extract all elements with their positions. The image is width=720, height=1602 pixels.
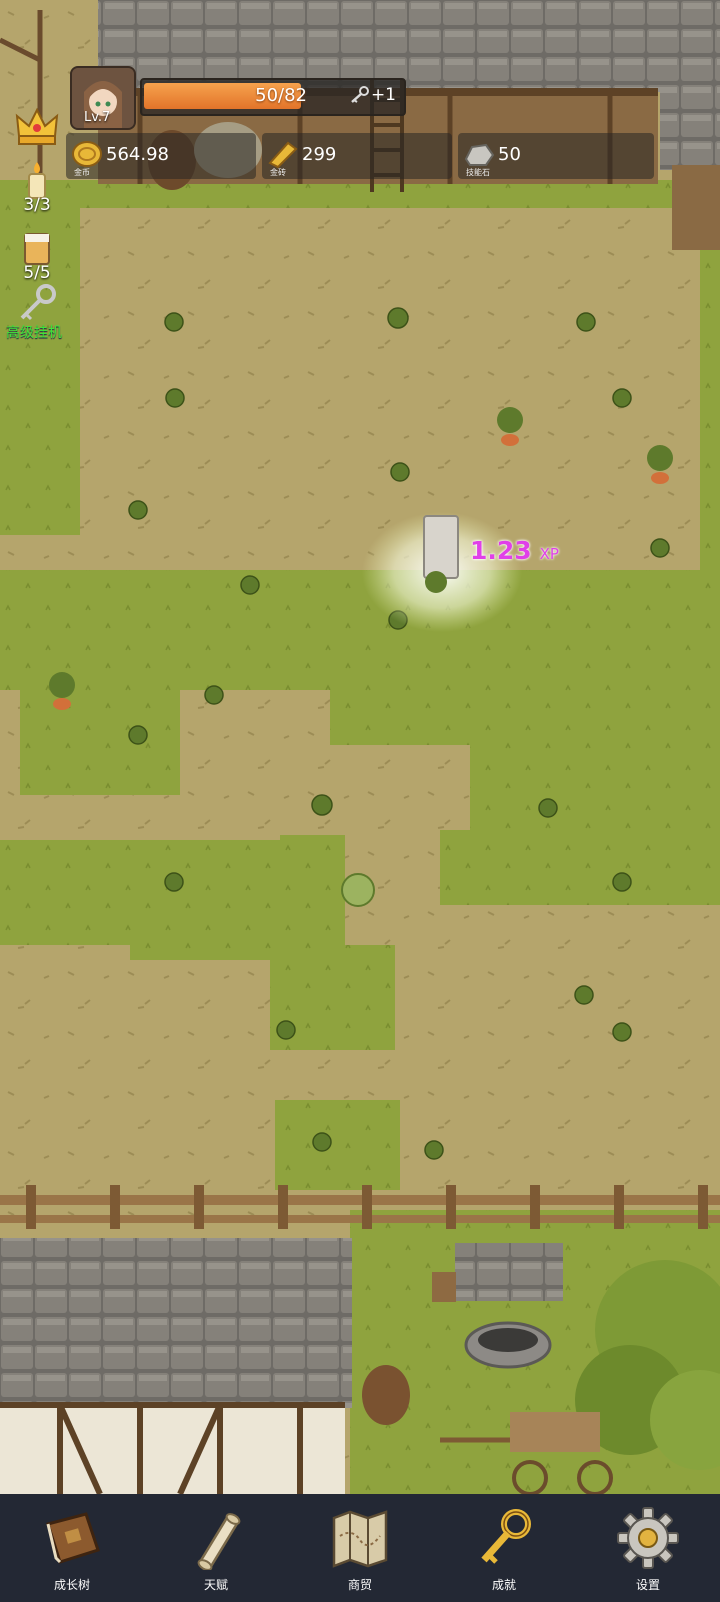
xp-gain-popup: 1.23 XP: [470, 536, 559, 565]
xp-gain-unit: XP: [539, 545, 559, 563]
gold-coin-icon: [72, 141, 102, 167]
candle-icon: [28, 162, 46, 199]
nav-talent[interactable]: 天赋: [144, 1494, 288, 1602]
silver-key-icon: [20, 284, 56, 321]
crown-icon: [15, 107, 59, 145]
gold-coin-value: 564.98: [106, 144, 169, 165]
skill-stone-value: 50: [498, 144, 521, 165]
xp-gain-value: 1.23: [470, 536, 532, 565]
xp-progress-bar: 50/82 +1: [140, 78, 406, 116]
idle-label[interactable]: 高级挂机: [6, 322, 62, 342]
skill-stone-counter[interactable]: 50 技能石: [458, 133, 654, 179]
beer-mug-icon: [24, 233, 50, 265]
nav-trade-label: 商贸: [347, 1578, 372, 1592]
scroll-icon: [197, 1513, 241, 1570]
nav-trade[interactable]: 商贸: [288, 1494, 432, 1602]
key-bonus: +1: [349, 85, 396, 105]
crown-button[interactable]: [12, 106, 62, 152]
gold-brick-caption: 金砖: [270, 168, 286, 177]
nav-growth-tree[interactable]: 成长树: [0, 1494, 144, 1602]
gold-brick-icon: [268, 141, 298, 169]
gold-coin-counter[interactable]: 564.98 金币: [66, 133, 256, 179]
idle-button[interactable]: [12, 282, 62, 327]
book-icon: [46, 1512, 100, 1564]
golden-key-icon: [481, 1509, 531, 1564]
gold-brick-counter[interactable]: 299 金砖: [262, 133, 452, 179]
gold-coin-caption: 金币: [74, 168, 90, 177]
key-icon: [351, 86, 369, 103]
nav-settings-label: 设置: [635, 1578, 660, 1592]
bottom-nav: 成长树 天赋 商贸 成就 设置: [0, 1494, 720, 1602]
game-map[interactable]: [0, 0, 720, 1602]
map-icon: [332, 1510, 388, 1568]
gold-brick-value: 299: [302, 144, 337, 165]
nav-achievement[interactable]: 成就: [432, 1494, 576, 1602]
key-bonus-value: +1: [370, 85, 396, 105]
beer-button[interactable]: 5/5: [12, 228, 62, 283]
nav-settings[interactable]: 设置: [576, 1494, 720, 1602]
nav-growth-tree-label: 成长树: [53, 1578, 90, 1592]
candle-button[interactable]: 3/3: [12, 160, 62, 215]
xp-text: 50/82: [255, 85, 307, 106]
gear-icon: [617, 1507, 679, 1569]
nav-talent-label: 天赋: [203, 1578, 228, 1592]
skill-stone-icon: [464, 143, 495, 166]
skill-stone-caption: 技能石: [466, 168, 490, 177]
nav-achievement-label: 成就: [491, 1578, 516, 1592]
player-level: Lv.7: [84, 110, 111, 125]
